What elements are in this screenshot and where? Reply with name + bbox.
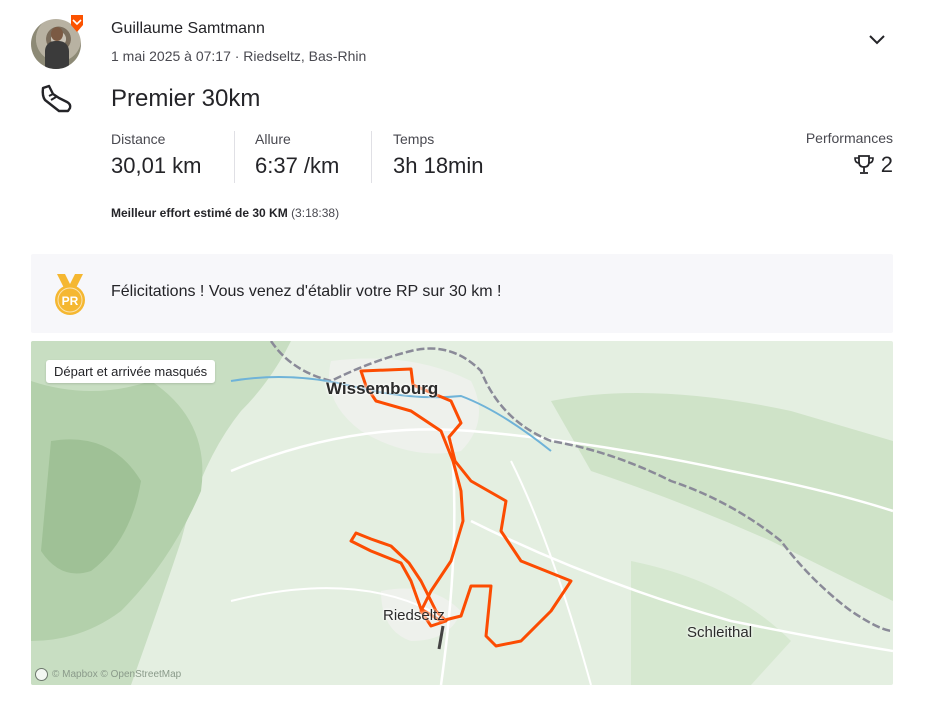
mapbox-logo-icon: [35, 668, 48, 681]
athlete-avatar[interactable]: [31, 15, 83, 69]
activity-title: Premier 30km: [111, 85, 261, 112]
map-city-label: Schleithal: [687, 624, 753, 641]
activity-map[interactable]: Wissembourg Riedseltz Schleithal Départ …: [31, 341, 893, 685]
privacy-tag: Départ et arrivée masqués: [46, 360, 216, 383]
performances-label: Performances: [805, 130, 893, 146]
trophy-icon: [853, 155, 874, 174]
best-effort-time: (3:18:38): [291, 206, 340, 220]
map-city-label: Wissembourg: [326, 379, 439, 398]
pr-banner: PR Félicitations ! Vous venez d'établir …: [31, 254, 893, 333]
map-city-label: Riedseltz: [383, 607, 445, 624]
pr-message: Félicitations ! Vous venez d'établir vot…: [111, 283, 502, 300]
stat-distance-label: Distance: [111, 131, 166, 147]
map-attribution-text: © Mapbox © OpenStreetMap: [52, 669, 182, 680]
running-shoe-icon: [41, 84, 72, 113]
stat-time-value: 3h 18min: [393, 153, 484, 178]
stat-pace-label: Allure: [255, 131, 291, 147]
best-effort: Meilleur effort estimé de 30 KM (3:18:38…: [111, 206, 339, 220]
stat-time-label: Temps: [393, 131, 435, 147]
stat-pace-value: 6:37 /km: [255, 153, 340, 178]
stat-time: Temps 3h 18min: [393, 131, 484, 179]
stat-distance-value: 30,01 km: [111, 153, 202, 178]
pr-medal-icon: PR: [55, 274, 85, 315]
athlete-name[interactable]: Guillaume Samtmann: [111, 20, 265, 38]
best-effort-label: Meilleur effort estimé de 30 KM: [111, 206, 288, 220]
stat-divider: [234, 131, 235, 183]
map-canvas: [31, 341, 893, 685]
stat-divider: [371, 131, 372, 183]
chevron-down-icon[interactable]: [866, 28, 888, 50]
activity-date-location: 1 mai 2025 à 07:17 · Riedseltz, Bas-Rhin: [111, 48, 367, 64]
map-attribution[interactable]: © Mapbox © OpenStreetMap: [35, 668, 181, 681]
pr-medal-text: PR: [62, 294, 79, 308]
performances[interactable]: Performances 2: [806, 130, 893, 178]
stat-distance: Distance 30,01 km: [111, 131, 202, 179]
stat-pace: Allure 6:37 /km: [255, 131, 339, 179]
performances-count: 2: [880, 152, 893, 177]
subscriber-badge-icon: [71, 15, 83, 32]
